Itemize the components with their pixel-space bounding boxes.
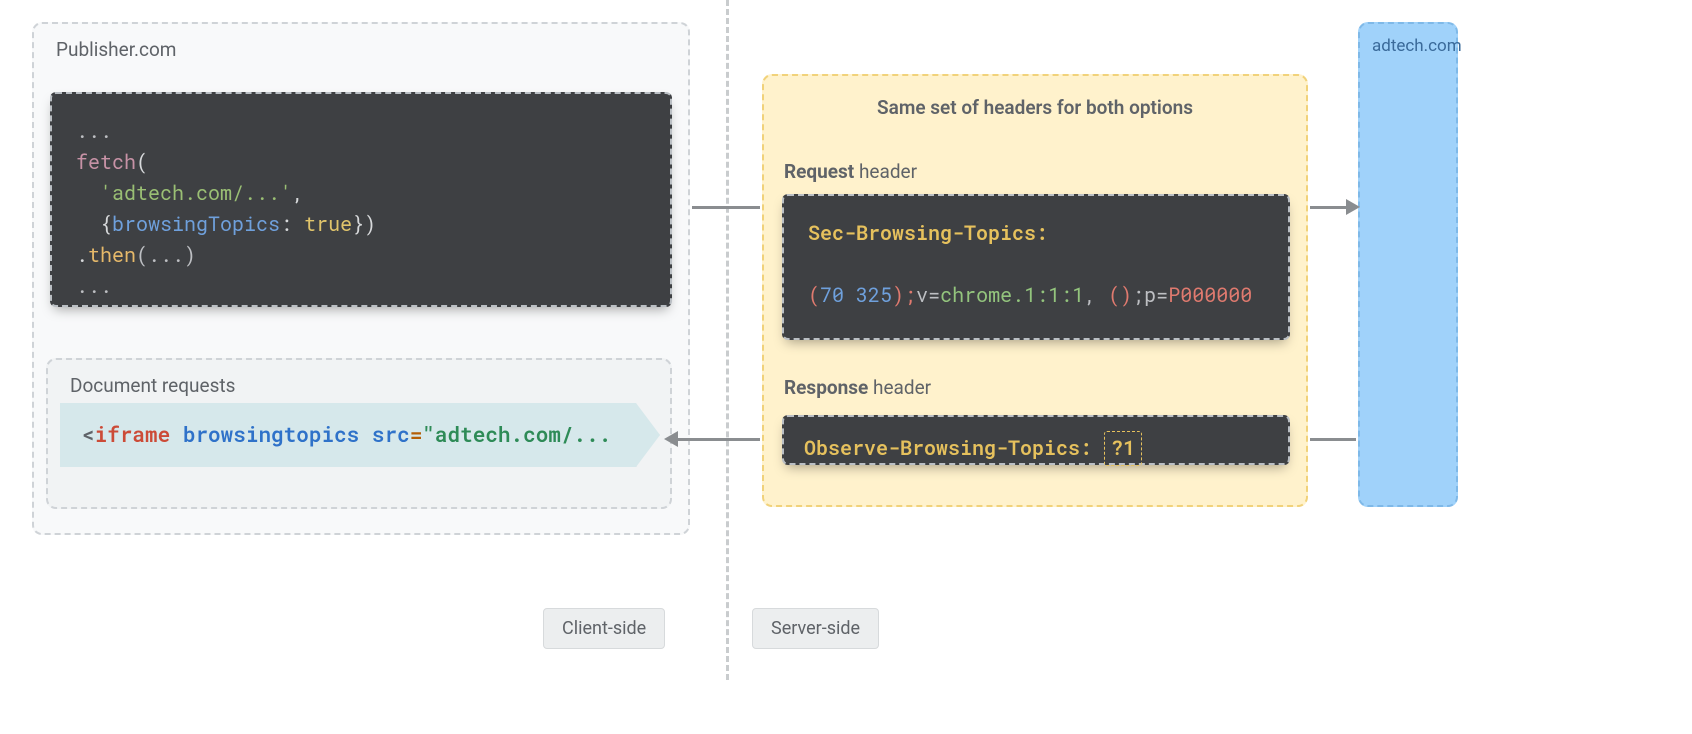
code-text: adtech.com/... <box>435 420 611 448</box>
fetch-code-block: ... fetch( 'adtech.com/...', {browsingTo… <box>50 92 672 307</box>
code-text: . <box>76 242 88 268</box>
code-text: P000000 <box>1168 282 1252 308</box>
code-text: " <box>422 420 435 448</box>
arrow-head-icon <box>664 431 678 447</box>
label-text: header <box>854 160 917 183</box>
code-text: browsingtopics <box>183 420 359 448</box>
arrow-adtech-to-headers <box>1310 438 1356 441</box>
code-text: iframe <box>95 420 171 448</box>
code-text: p= <box>1144 282 1168 308</box>
sec-browsing-topics-block: Sec-Browsing-Topics: (70 325);v=chrome.1… <box>782 194 1290 340</box>
label-text: Request <box>784 160 854 183</box>
adtech-label: adtech.com <box>1372 36 1462 56</box>
document-requests-label: Document requests <box>70 374 235 397</box>
code-text: ; <box>1132 282 1144 308</box>
code-text: ?1 <box>1104 431 1142 466</box>
adtech-panel: adtech.com <box>1358 22 1458 507</box>
publisher-label: Publisher.com <box>56 38 176 61</box>
code-text: < <box>82 420 95 448</box>
code-text: then <box>88 242 136 268</box>
label-text: Response <box>784 376 868 399</box>
legend-client-side: Client-side <box>543 608 665 649</box>
response-header-label: Response header <box>784 376 931 399</box>
code-text <box>359 420 372 448</box>
code-text: 'adtech.com/...' <box>100 180 292 206</box>
code-text: v= <box>916 282 940 308</box>
code-text: ); <box>892 282 916 308</box>
code-text: true <box>304 211 352 237</box>
code-text: 325 <box>856 282 892 308</box>
code-text: : <box>280 211 304 237</box>
code-text: chrome.1:1:1 <box>940 282 1084 308</box>
client-server-divider <box>726 0 729 680</box>
code-text: = <box>410 420 423 448</box>
label-text: header <box>868 376 931 399</box>
code-text: browsingTopics <box>112 211 280 237</box>
code-text: () <box>1108 282 1132 308</box>
observe-browsing-topics-block: Observe-Browsing-Topics: ?1 <box>782 415 1290 465</box>
code-text: (...) <box>136 242 196 268</box>
code-text: 70 <box>820 282 844 308</box>
code-text: Observe-Browsing-Topics: <box>804 435 1092 461</box>
code-text: ... <box>76 118 112 144</box>
arrow-fetch-to-headers <box>692 206 760 209</box>
code-text: ... <box>76 273 112 299</box>
code-text: fetch <box>76 149 136 175</box>
code-text: , <box>292 180 304 206</box>
code-text: , <box>1084 282 1108 308</box>
legend-server-side: Server-side <box>752 608 879 649</box>
arrow-headers-to-adtech <box>1310 206 1348 209</box>
headers-title: Same set of headers for both options <box>762 96 1308 119</box>
code-text: src <box>372 420 410 448</box>
iframe-code-snippet: <iframe browsingtopics src="adtech.com/.… <box>60 403 660 467</box>
arrow-headers-to-iframe <box>676 438 760 441</box>
code-text: { <box>100 211 112 237</box>
code-text: Sec-Browsing-Topics: <box>808 220 1048 246</box>
code-text: ( <box>136 149 148 175</box>
diagram-canvas: Publisher.com ... fetch( 'adtech.com/...… <box>0 0 1692 734</box>
code-text <box>170 420 183 448</box>
request-header-label: Request header <box>784 160 917 183</box>
code-text: }) <box>352 211 376 237</box>
code-text <box>844 282 856 308</box>
code-text: ( <box>808 282 820 308</box>
arrow-head-icon <box>1346 199 1360 215</box>
